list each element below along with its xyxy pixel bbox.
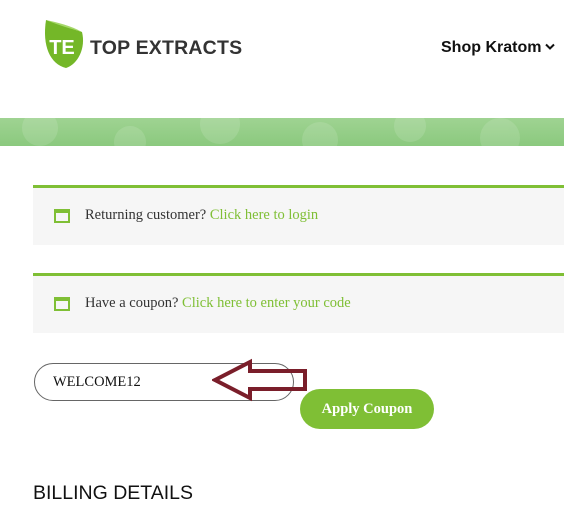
window-icon <box>54 297 70 316</box>
banner-pattern <box>22 118 520 146</box>
apply-coupon-button[interactable]: Apply Coupon <box>300 389 434 429</box>
notice-prefix: Have a coupon? <box>85 295 179 311</box>
billing-details-heading: BILLING DETAILS <box>33 482 194 504</box>
login-link[interactable]: Click here to login <box>210 207 318 223</box>
nav-shop-kratom[interactable]: Shop Kratom <box>441 38 556 57</box>
notice-text: Returning customer? Click here to login <box>85 207 318 224</box>
returning-customer-notice: Returning customer? Click here to login <box>33 185 564 245</box>
notice-text: Have a coupon? Click here to enter your … <box>85 295 351 312</box>
site-logo[interactable]: TE TOP EXTRACTS <box>42 18 242 70</box>
logo-mark: TE <box>49 37 75 59</box>
enter-code-link[interactable]: Click here to enter your code <box>182 295 351 311</box>
nav-label: Shop Kratom <box>441 39 542 56</box>
green-banner <box>0 118 564 146</box>
coupon-notice: Have a coupon? Click here to enter your … <box>33 273 564 333</box>
arrow-annotation-icon <box>212 358 307 402</box>
leaf-logo-icon: TE <box>44 20 84 68</box>
logo-text: TOP EXTRACTS <box>90 37 243 59</box>
chevron-down-icon <box>545 38 556 56</box>
notice-prefix: Returning customer? <box>85 207 207 223</box>
window-icon <box>54 209 70 228</box>
